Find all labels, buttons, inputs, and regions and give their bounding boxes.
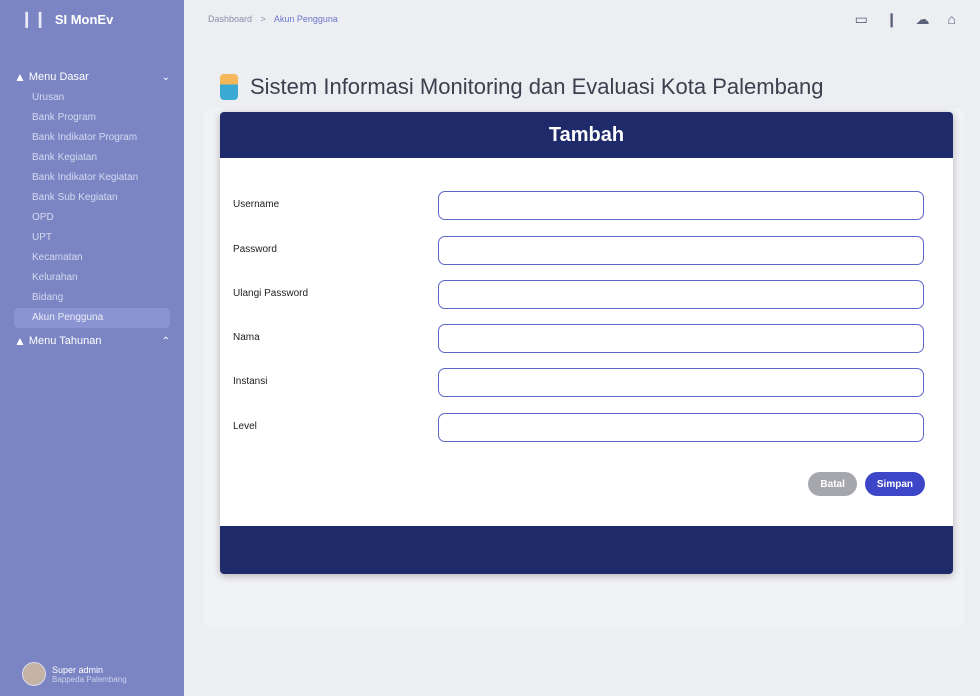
modal-footer [220, 526, 953, 574]
sidebar-group-menu-tahunan[interactable]: ▲ Menu Tahunan ⌃ [0, 330, 184, 352]
sidebar-item-kelurahan[interactable]: Kelurahan [14, 268, 170, 288]
form-row-level: Level [220, 413, 953, 443]
topbar: Dashboard > Akun Pengguna ▭ ❙ ☁ ⌂ [184, 0, 980, 38]
top-icons: ▭ ❙ ☁ ⌂ [855, 11, 956, 28]
sidebar-item-bidang[interactable]: Bidang [14, 288, 170, 308]
city-logo [220, 74, 238, 100]
sidebar-group-label: Menu Dasar [28, 71, 89, 83]
cloud-icon[interactable]: ☁ [916, 11, 930, 28]
breadcrumb-home[interactable]: Dashboard [208, 14, 252, 24]
modal-actions: Batal Simpan [808, 472, 925, 496]
chart-icon[interactable]: ❙ [886, 11, 898, 28]
chevron-up-icon: ⌃ [161, 335, 170, 347]
save-button[interactable]: Simpan [864, 472, 925, 496]
password-label: Password [233, 244, 277, 255]
modal-title: Tambah [548, 123, 625, 146]
instansi-input[interactable] [438, 368, 924, 397]
level-label: Level [233, 421, 257, 432]
username-input[interactable] [438, 191, 924, 220]
form-row-nama: Nama [220, 324, 953, 354]
nama-label: Nama [233, 332, 260, 343]
chevron-down-icon: ⌄ [161, 71, 170, 83]
confirm-password-input[interactable] [438, 280, 924, 309]
sidebar-group-label: Menu Tahunan [28, 335, 102, 347]
triangle-a-icon: ▲ [14, 334, 26, 348]
triangle-a-icon: ▲ [14, 70, 26, 84]
form-row-confirm-password: Ulangi Password [220, 280, 953, 310]
sidebar-item-bank-indikator-kegiatan[interactable]: Bank Indikator Kegiatan [14, 168, 170, 188]
bar-chart-icon: ❙❙ [20, 11, 47, 28]
brand[interactable]: ❙❙ SI MonEv [0, 0, 184, 38]
form-row-password: Password [220, 236, 953, 266]
breadcrumb: Dashboard > Akun Pengguna [208, 14, 338, 24]
sidebar-item-upt[interactable]: UPT [14, 228, 170, 248]
user-org: Bappeda Palembang [52, 674, 127, 684]
add-user-modal: Tambah Username Password Ulangi Password… [220, 112, 953, 574]
sidebar-item-bank-kegiatan[interactable]: Bank Kegiatan [14, 148, 170, 168]
sidebar-item-kecamatan[interactable]: Kecamatan [14, 248, 170, 268]
password-input[interactable] [438, 236, 924, 265]
chat-icon[interactable]: ▭ [855, 11, 868, 28]
sidebar-item-bank-sub-kegiatan[interactable]: Bank Sub Kegiatan [14, 188, 170, 208]
level-input[interactable] [438, 413, 924, 442]
breadcrumb-current: Akun Pengguna [273, 14, 338, 24]
form-row-instansi: Instansi [220, 368, 953, 398]
sidebar-item-bank-program[interactable]: Bank Program [14, 108, 170, 128]
sidebar-group-menu-dasar[interactable]: ▲ Menu Dasar ⌄ [0, 66, 184, 88]
page-header: Sistem Informasi Monitoring dan Evaluasi… [220, 74, 824, 100]
brand-name: SI MonEv [54, 11, 114, 27]
instansi-label: Instansi [233, 376, 268, 387]
username-label: Username [233, 199, 280, 210]
confirm-password-label: Ulangi Password [233, 288, 309, 299]
sidebar-item-urusan[interactable]: Urusan [14, 88, 170, 108]
sidebar-item-opd[interactable]: OPD [14, 208, 170, 228]
page-title: Sistem Informasi Monitoring dan Evaluasi… [250, 74, 824, 99]
cancel-button[interactable]: Batal [808, 472, 857, 496]
sidebar-item-bank-indikator-program[interactable]: Bank Indikator Program [14, 128, 170, 148]
user-profile[interactable]: Super admin Bappeda Palembang [22, 662, 127, 686]
avatar [22, 662, 46, 686]
bell-icon[interactable]: ⌂ [948, 11, 956, 27]
sidebar: ❙❙ SI MonEv ▲ Menu Dasar ⌄ Urusan Bank P… [0, 0, 184, 696]
modal-header: Tambah [220, 112, 953, 158]
sidebar-menu: Urusan Bank Program Bank Indikator Progr… [0, 88, 184, 328]
user-name: Super admin [52, 664, 104, 675]
form-row-username: Username [220, 191, 953, 221]
nama-input[interactable] [438, 324, 924, 353]
breadcrumb-separator: > [260, 14, 266, 24]
sidebar-item-akun-pengguna[interactable]: Akun Pengguna [14, 308, 170, 328]
